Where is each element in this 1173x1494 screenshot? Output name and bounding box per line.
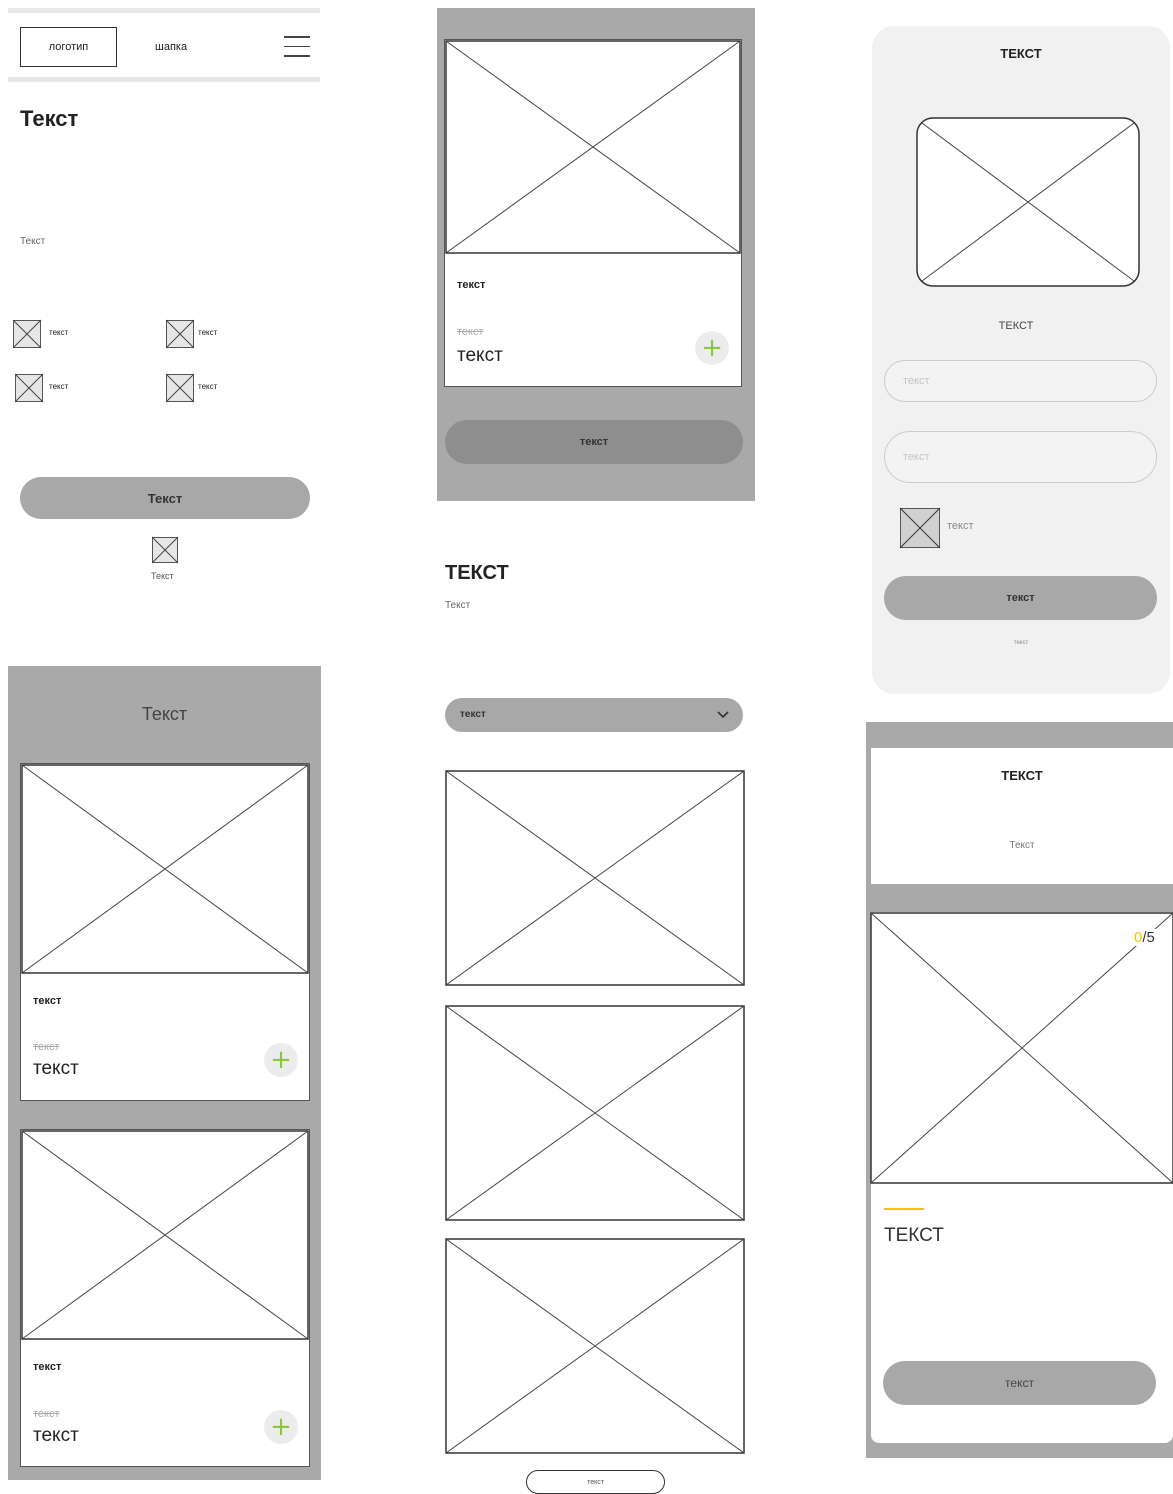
product-card[interactable]: текст текст текст +	[20, 763, 310, 1101]
old-price: текст	[457, 326, 484, 338]
screen-catalog: Текст текст текст текст + текст текст те…	[8, 666, 321, 1480]
submit-button[interactable]: текст	[884, 576, 1157, 620]
add-to-cart-icon[interactable]: +	[264, 1410, 298, 1444]
price: текст	[33, 1058, 79, 1079]
image-placeholder-icon	[14, 373, 44, 403]
add-to-cart-icon[interactable]: +	[264, 1043, 298, 1077]
chevron-down-icon	[717, 711, 729, 719]
image-caption: ТЕКСТ	[998, 320, 1034, 332]
quiz-subtitle: Текст	[1009, 840, 1035, 851]
checkbox-label: текст	[947, 520, 974, 532]
header-text: шапка	[155, 41, 188, 53]
feature-label: текст	[198, 328, 218, 337]
screen-home: логотип шапка Текст Текст текст текст те…	[0, 0, 330, 600]
quiz-header-card: ТЕКСТ Текст	[871, 748, 1173, 884]
question-counter: 0/5	[1133, 929, 1156, 946]
filter-dropdown[interactable]: текст	[445, 698, 743, 732]
login-input[interactable]: текст	[884, 360, 1157, 402]
input-placeholder: текст	[903, 451, 930, 463]
footer-link[interactable]: текст	[872, 640, 1170, 646]
image-placeholder	[21, 764, 309, 974]
feature-label: текст	[49, 328, 69, 337]
menu-icon[interactable]	[284, 34, 310, 58]
image-placeholder-icon	[12, 319, 42, 349]
password-input[interactable]: текст	[884, 431, 1157, 483]
catalog-header: Текст	[141, 704, 188, 724]
feature-label: текст	[198, 382, 218, 391]
product-card[interactable]: текст текст текст +	[444, 39, 742, 387]
main-button[interactable]: Текст	[20, 477, 310, 519]
gallery-subtitle: Текст	[445, 600, 471, 611]
old-price: текст	[33, 1041, 60, 1053]
image-placeholder	[21, 1130, 309, 1340]
load-more-button[interactable]: текст	[526, 1470, 665, 1494]
logo-box[interactable]: логотип	[20, 27, 117, 67]
quiz-title: ТЕКСТ	[1001, 768, 1043, 783]
image-placeholder	[445, 1005, 745, 1221]
counter-total: /5	[1142, 929, 1155, 946]
login-title: ТЕКСТ	[1000, 46, 1042, 61]
page-subtitle: Текст	[20, 236, 46, 247]
screen-gallery: ТЕКСТ Текст текст текст	[437, 550, 757, 1494]
card-title: текст	[33, 1361, 62, 1373]
screen-login: ТЕКСТ ТЕКСТ текст текст текст текст текс…	[872, 26, 1170, 694]
price: текст	[33, 1425, 79, 1446]
card-title: текст	[33, 995, 62, 1007]
feature-label: текст	[49, 382, 69, 391]
product-card[interactable]: текст текст текст +	[20, 1129, 310, 1467]
dropdown-value: текст	[460, 709, 486, 720]
image-placeholder	[870, 912, 1173, 1184]
image-placeholder	[445, 40, 741, 254]
primary-button[interactable]: текст	[445, 420, 743, 464]
gallery-title: ТЕКСТ	[445, 562, 509, 584]
add-to-cart-icon[interactable]: +	[695, 331, 729, 365]
quiz-heading: ТЕКСТ	[884, 1225, 944, 1246]
input-placeholder: текст	[903, 375, 930, 387]
page-title: Текст	[20, 106, 79, 131]
quiz-card: 0/5 ТЕКСТ текст	[870, 912, 1173, 1443]
image-placeholder	[916, 117, 1140, 287]
old-price: текст	[33, 1408, 60, 1420]
load-more-label: текст	[587, 1478, 604, 1486]
screen-product: текст текст текст + текст	[437, 8, 755, 501]
next-button[interactable]: текст	[883, 1361, 1156, 1405]
image-placeholder	[445, 770, 745, 986]
screen-quiz: ТЕКСТ Текст 0/5 ТЕКСТ текст	[866, 722, 1173, 1458]
accent-line	[884, 1208, 924, 1210]
logo-text: логотип	[48, 41, 89, 53]
image-placeholder-icon	[165, 319, 195, 349]
bottom-caption: Текст	[151, 571, 174, 581]
image-placeholder-icon	[165, 373, 195, 403]
image-placeholder-icon	[151, 536, 179, 564]
checkbox-icon[interactable]	[899, 507, 941, 549]
image-placeholder	[445, 1238, 745, 1454]
price: текст	[457, 345, 503, 366]
card-title: текст	[457, 279, 486, 291]
